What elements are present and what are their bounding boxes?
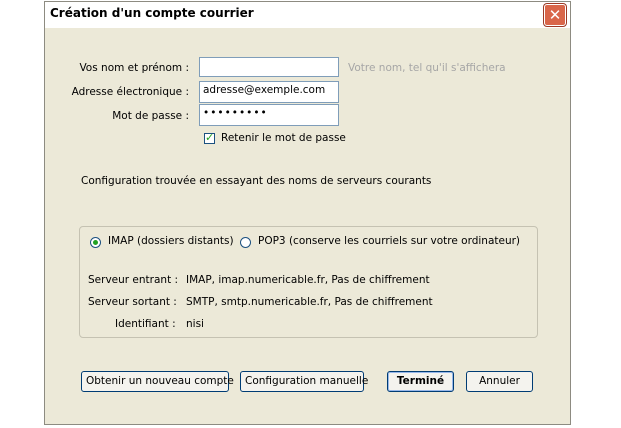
remember-password-label: Retenir le mot de passe	[221, 132, 346, 144]
new-account-button[interactable]: Obtenir un nouveau compte	[81, 371, 234, 392]
cancel-button[interactable]: Annuler	[466, 371, 533, 392]
imap-radio[interactable]	[90, 237, 101, 248]
incoming-server-value: IMAP, imap.numericable.fr, Pas de chiffr…	[186, 274, 430, 286]
status-text: Configuration trouvée en essayant des no…	[81, 175, 432, 187]
server-config-group: IMAP (dossiers distants) POP3 (conserve …	[79, 226, 538, 338]
title-bar: Création d'un compte courrier ✕	[45, 2, 570, 28]
incoming-server-label: Serveur entrant :	[88, 274, 179, 286]
outgoing-server-value: SMTP, smtp.numericable.fr, Pas de chiffr…	[186, 296, 433, 308]
window-title: Création d'un compte courrier	[50, 6, 254, 20]
password-input[interactable]: •••••••••	[199, 104, 339, 126]
identifier-value: nisi	[186, 318, 204, 330]
email-label: Adresse électronique :	[71, 86, 189, 98]
name-hint: Votre nom, tel qu'il s'affichera	[348, 62, 506, 74]
remember-password-checkbox[interactable]	[204, 131, 215, 144]
manual-config-button[interactable]: Configuration manuelle	[240, 371, 368, 392]
pop3-label: POP3 (conserve les courriels sur votre o…	[258, 235, 521, 247]
done-button[interactable]: Terminé	[387, 371, 454, 392]
imap-label: IMAP (dossiers distants)	[108, 235, 234, 247]
pop3-radio[interactable]	[240, 237, 251, 248]
identifier-label: Identifiant :	[115, 318, 176, 330]
name-input[interactable]	[199, 57, 339, 77]
close-icon[interactable]: ✕	[544, 4, 566, 26]
account-setup-dialog: Création d'un compte courrier ✕ Vos nom …	[44, 1, 571, 425]
password-label: Mot de passe :	[112, 110, 189, 122]
outgoing-server-label: Serveur sortant :	[88, 296, 177, 308]
name-label: Vos nom et prénom :	[79, 62, 189, 74]
email-input[interactable]: adresse@exemple.com	[199, 81, 339, 103]
